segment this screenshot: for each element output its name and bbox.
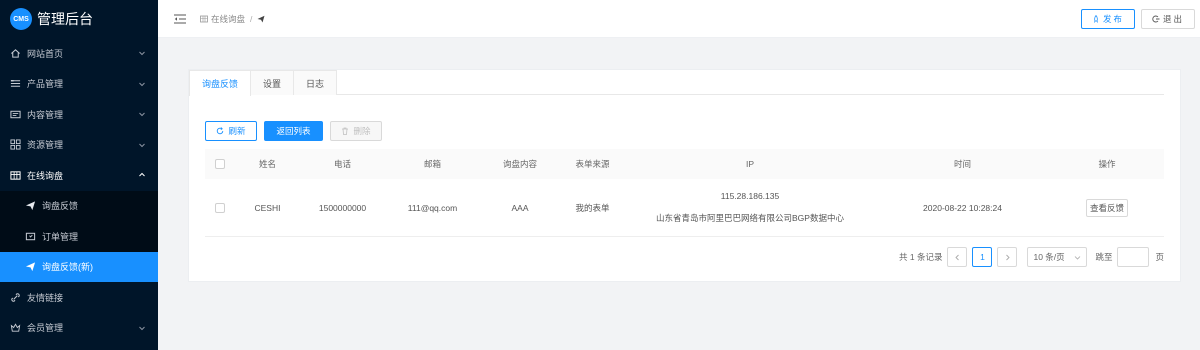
- chevron-left-icon: [955, 254, 959, 260]
- column-header: 操作: [1098, 159, 1116, 169]
- page-size-select[interactable]: 10 条/页: [1027, 247, 1088, 267]
- sidebar-item-friend-links[interactable]: 友情链接: [0, 282, 158, 313]
- cell-name: CESHI: [254, 202, 281, 213]
- pagination: 共 1 条记录 1 10 条/页 跳至 页: [899, 247, 1164, 267]
- main-card: 询盘反馈 设置 日志 刷新 返回列表 删除 姓名 电话 邮箱 询盘内容 表单来源…: [188, 69, 1181, 282]
- cell-phone: 1500000000: [318, 202, 367, 213]
- chevron-down-icon: [139, 51, 145, 56]
- back-to-list-button[interactable]: 返回列表: [264, 121, 323, 141]
- tab-inquiry-feedback[interactable]: 询盘反馈: [189, 70, 252, 96]
- sidebar-subitem-inquiry-feedback[interactable]: 询盘反馈: [0, 191, 158, 222]
- table-row: CESHI 1500000000 111@qq.com AAA 我的表单 115…: [205, 179, 1164, 237]
- app-title: 管理后台: [37, 11, 93, 27]
- top-header: 在线询盘 / 发布 退出: [158, 0, 1200, 38]
- next-page-button[interactable]: [997, 247, 1018, 267]
- cell-ip-location: 山东省青岛市阿里巴巴网络有限公司BGP数据中心: [656, 213, 844, 223]
- cell-ip: 115.28.186.135: [720, 191, 780, 201]
- inquiry-table: 姓名 电话 邮箱 询盘内容 表单来源 IP 时间 操作 CESHI 150000…: [205, 149, 1164, 237]
- sidebar-item-label: 内容管理: [27, 109, 64, 120]
- sidebar-item-label: 在线询盘: [27, 170, 64, 181]
- breadcrumb-separator: /: [250, 13, 253, 24]
- link-icon: [10, 292, 21, 303]
- sidebar-item-content[interactable]: 内容管理: [0, 99, 158, 130]
- member-icon: [10, 322, 21, 333]
- jump-page-input[interactable]: [1117, 247, 1150, 267]
- sidebar-item-label: 询盘反馈: [42, 201, 79, 212]
- chevron-up-icon: [139, 173, 145, 177]
- sidebar-item-products[interactable]: 产品管理: [0, 69, 158, 100]
- column-header: 询盘内容: [502, 159, 537, 169]
- brand: CMS 管理后台: [0, 0, 158, 38]
- send-icon: [25, 261, 36, 272]
- table-icon: [200, 15, 208, 23]
- tab-settings[interactable]: 设置: [250, 70, 295, 95]
- cell-source: 我的表单: [575, 202, 610, 213]
- column-header: 姓名: [258, 159, 276, 169]
- sidebar-subitem-orders[interactable]: 订单管理: [0, 221, 158, 252]
- column-header: 电话: [333, 159, 351, 169]
- chevron-down-icon: [139, 326, 145, 330]
- sidebar-item-label: 产品管理: [27, 79, 64, 90]
- page-unit-label: 页: [1155, 252, 1164, 262]
- chevron-down-icon: [1075, 255, 1081, 260]
- tab-bar: 询盘反馈 设置 日志: [189, 70, 1164, 96]
- sidebar: CMS 管理后台 网站首页 产品管理 内容管理 资源管理 在线询盘 询盘反馈 订…: [0, 0, 158, 350]
- cell-content: AAA: [511, 202, 529, 213]
- sidebar-item-online-inquiry[interactable]: 在线询盘: [0, 160, 158, 191]
- content-icon: [10, 109, 21, 120]
- sidebar-item-label: 网站首页: [27, 48, 64, 59]
- sidebar-item-label: 询盘反馈(新): [42, 262, 93, 273]
- sidebar-item-label: 资源管理: [27, 140, 64, 151]
- sidebar-item-resources[interactable]: 资源管理: [0, 130, 158, 161]
- view-feedback-button[interactable]: 查看反馈: [1085, 198, 1128, 217]
- trash-icon: [342, 127, 349, 135]
- home-icon: [10, 48, 21, 59]
- select-all-checkbox[interactable]: [215, 159, 225, 169]
- column-header: 表单来源: [575, 159, 610, 169]
- sidebar-item-label: 友情链接: [27, 292, 64, 303]
- send-icon: [257, 15, 265, 23]
- table-header: 姓名 电话 邮箱 询盘内容 表单来源 IP 时间 操作: [205, 149, 1164, 179]
- sidebar-subitem-inquiry-feedback-new[interactable]: 询盘反馈(新): [0, 251, 158, 282]
- refresh-icon: [217, 127, 224, 135]
- submenu-online-inquiry: 询盘反馈 订单管理 询盘反馈(新): [0, 190, 158, 282]
- delete-button[interactable]: 删除: [330, 121, 382, 141]
- sidebar-item-label: 会员管理: [27, 323, 64, 334]
- chevron-down-icon: [139, 143, 145, 147]
- page-number-current[interactable]: 1: [972, 247, 993, 267]
- jump-label: 跳至: [1095, 252, 1113, 262]
- row-checkbox[interactable]: [215, 202, 225, 213]
- cell-email: 111@qq.com: [407, 202, 458, 213]
- chevron-down-icon: [139, 82, 145, 86]
- logo: CMS: [10, 8, 32, 30]
- breadcrumb-root[interactable]: 在线询盘: [211, 13, 245, 25]
- cell-time: 2020-08-22 10:28:24: [923, 202, 1002, 213]
- column-header: 时间: [953, 159, 971, 169]
- publish-button[interactable]: 发布: [1081, 9, 1135, 29]
- tab-log[interactable]: 日志: [293, 70, 338, 95]
- list-icon: [10, 78, 21, 89]
- logout-icon: [1152, 15, 1160, 23]
- table-icon: [10, 170, 21, 181]
- menu-fold-icon[interactable]: [174, 13, 186, 24]
- send-icon: [25, 200, 36, 211]
- grid-icon: [10, 139, 21, 150]
- chevron-down-icon: [139, 112, 145, 117]
- order-icon: [25, 231, 36, 242]
- total-records: 共 1 条记录: [899, 252, 943, 262]
- refresh-button[interactable]: 刷新: [205, 121, 257, 141]
- column-header: IP: [745, 159, 755, 169]
- sidebar-item-members[interactable]: 会员管理: [0, 313, 158, 344]
- prev-page-button[interactable]: [947, 247, 968, 267]
- chevron-right-icon: [1006, 254, 1010, 260]
- breadcrumb: 在线询盘 /: [200, 13, 265, 25]
- column-header: 邮箱: [423, 159, 441, 169]
- logout-button[interactable]: 退出: [1141, 9, 1195, 29]
- rocket-icon: [1094, 15, 1098, 23]
- sidebar-item-label: 订单管理: [42, 231, 79, 242]
- sidebar-item-home[interactable]: 网站首页: [0, 38, 158, 69]
- toolbar: 刷新 返回列表 删除: [205, 121, 389, 141]
